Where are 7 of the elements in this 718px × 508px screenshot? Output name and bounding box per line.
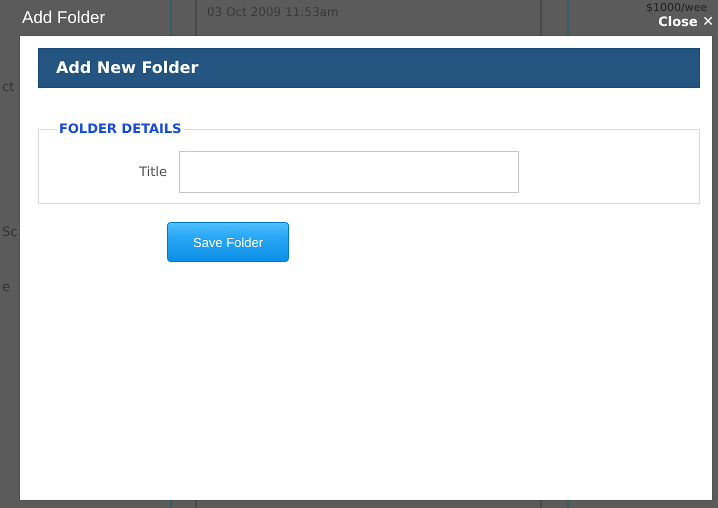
dialog-title: Add Folder	[22, 8, 106, 28]
close-button[interactable]: Close ✕	[658, 15, 714, 30]
field-label: Title	[138, 164, 167, 180]
title-input[interactable]	[179, 151, 519, 193]
dialog-header: Add New Folder	[38, 48, 700, 88]
price-text: $1000/wee	[646, 1, 708, 14]
fieldset-legend: FOLDER DETAILS	[57, 122, 184, 137]
